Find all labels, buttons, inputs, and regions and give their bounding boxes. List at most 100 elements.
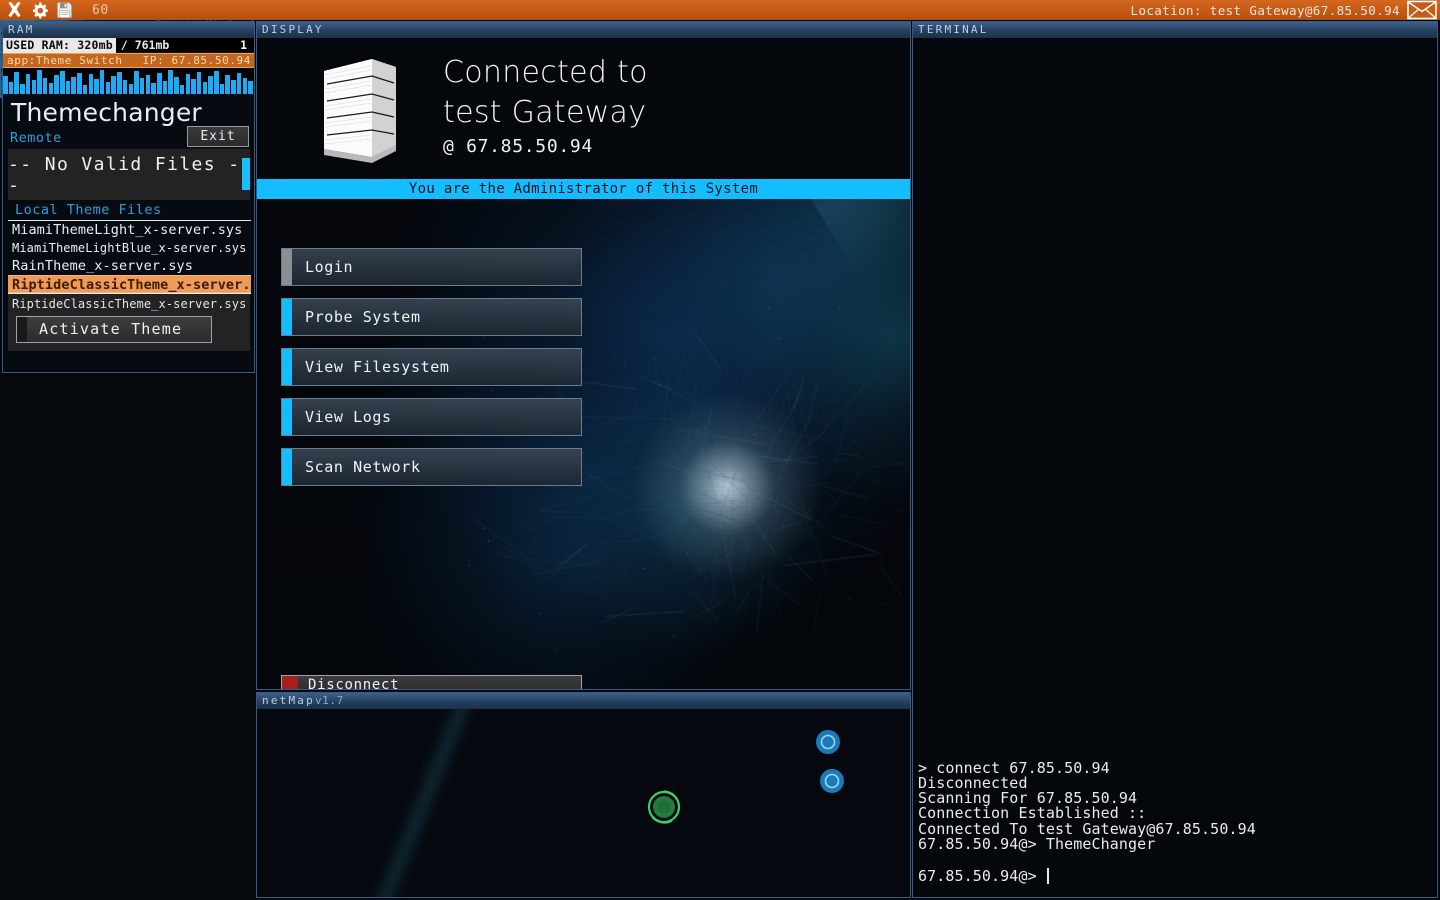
connection-title-line1: Connected to — [443, 53, 648, 93]
disconnect-label: Disconnect — [308, 677, 399, 689]
ram-bar — [43, 78, 48, 94]
remote-scrollbar-thumb[interactable] — [242, 158, 250, 190]
ram-bar — [186, 74, 191, 94]
ram-panel: RAM USED RAM: 320mb / 761mb 1 app:Theme … — [2, 21, 255, 373]
ram-bar — [117, 72, 122, 94]
ram-bar — [214, 71, 219, 94]
ram-bar — [77, 73, 82, 94]
netmap-title-version: v1.7 — [315, 694, 344, 707]
netmap-title-main: netMap — [262, 694, 315, 707]
ram-bar — [49, 83, 54, 94]
connection-ip: @ 67.85.50.94 — [443, 136, 593, 157]
menu-button-label: Login — [305, 258, 353, 276]
terminal-caret — [1047, 868, 1049, 884]
disconnect-button[interactable]: Disconnect — [281, 675, 582, 689]
gear-icon[interactable] — [30, 1, 49, 19]
ram-bar — [163, 81, 168, 94]
ram-bar — [140, 78, 145, 94]
local-section-label: Local Theme Files — [8, 200, 251, 220]
ram-bar — [123, 80, 128, 94]
ram-usage-bars — [3, 68, 254, 94]
netmap-panel: netMapv1.7 — [256, 692, 911, 898]
ram-bar — [134, 71, 139, 94]
exit-button[interactable]: Exit — [187, 126, 249, 147]
display-panel: DISPLAY Connected to test Gateway @ 67.8… — [256, 21, 911, 690]
ram-bar — [225, 75, 230, 94]
theme-detail-box: RiptideClassicTheme_x-server.sys Activat… — [8, 294, 250, 351]
menu-accent-bar — [282, 299, 292, 335]
netmap-panel-title: netMapv1.7 — [257, 693, 910, 709]
selected-theme-name: RiptideClassicTheme_x-server.sys — [8, 296, 250, 316]
ram-bar — [20, 84, 25, 94]
ram-bar — [111, 76, 116, 94]
terminal-body[interactable]: > connect 67.85.50.94 Disconnected Scannin… — [913, 38, 1437, 897]
menu-button-label: View Logs — [305, 408, 392, 426]
netmap-node-remote[interactable] — [813, 727, 843, 761]
terminal-panel: TERMINAL > connect 67.85.50.94 Disconnect… — [912, 21, 1438, 898]
ram-bar — [146, 75, 151, 94]
ram-used-label: USED RAM: 320mb — [3, 38, 116, 53]
local-section-header: Local Theme Files — [8, 200, 251, 221]
server-rack-icon — [320, 57, 400, 163]
ram-bar — [66, 81, 71, 94]
menu-accent-bar — [282, 349, 292, 385]
ram-bar — [180, 85, 185, 94]
menu-button-view-logs[interactable]: View Logs — [281, 398, 582, 436]
connection-header: Connected to test Gateway @ 67.85.50.94 — [257, 38, 910, 179]
location-indicator: Location: test Gateway@67.85.50.94 — [1131, 0, 1440, 20]
menu-button-login[interactable]: Login — [281, 248, 582, 286]
ram-bar — [60, 71, 65, 94]
remote-files-box: -- No Valid Files -- — [8, 148, 250, 200]
ram-bar — [32, 80, 37, 94]
ram-bar — [129, 84, 134, 94]
ram-bar — [9, 82, 14, 94]
envelope-icon[interactable] — [1406, 0, 1438, 20]
connection-title: Connected to test Gateway — [443, 53, 648, 133]
location-label: Location: test Gateway@67.85.50.94 — [1131, 3, 1406, 18]
ram-process-row[interactable]: app:Theme Switch IP: 67.85.50.94 — [3, 53, 254, 68]
ram-panel-title: RAM — [3, 22, 254, 38]
display-panel-body: Connected to test Gateway @ 67.85.50.94 … — [257, 38, 910, 689]
menu-accent-bar — [282, 449, 292, 485]
ram-bar — [100, 70, 105, 94]
ram-bar — [243, 78, 248, 94]
theme-file-item[interactable]: RainTheme_x-server.sys — [8, 257, 251, 275]
themechanger-app: Themechanger Exit Remote -- No Valid Fil… — [3, 94, 254, 372]
ram-bar — [83, 85, 88, 94]
menu-button-scan-network[interactable]: Scan Network — [281, 448, 582, 486]
ram-bar — [37, 70, 42, 94]
theme-file-item[interactable]: MiamiThemeLightBlue_x-server.sys — [8, 239, 251, 257]
terminal-prompt-line[interactable]: 67.85.50.94@> — [918, 867, 1049, 885]
theme-file-list: MiamiThemeLight_x-server.sys MiamiThemeLi… — [8, 221, 251, 293]
themechanger-title: Themechanger — [3, 94, 254, 128]
remote-empty-message: -- No Valid Files -- — [8, 154, 250, 196]
save-icon[interactable] — [55, 1, 74, 19]
menu-button-probe-system[interactable]: Probe System — [281, 298, 582, 336]
netmap-node-active[interactable] — [644, 787, 684, 831]
close-icon[interactable] — [5, 1, 24, 19]
netmap-node-remote[interactable] — [817, 766, 847, 800]
theme-file-item[interactable]: MiamiThemeLight_x-server.sys — [8, 221, 251, 239]
terminal-prompt-label: 67.85.50.94@> — [918, 867, 1037, 885]
ram-bar — [231, 80, 236, 94]
ram-bar — [71, 77, 76, 94]
ram-bar — [89, 74, 94, 94]
menu-accent-bar — [282, 249, 292, 285]
ram-process-count: 1 — [240, 38, 254, 52]
display-panel-title: DISPLAY — [257, 22, 910, 38]
theme-file-item[interactable]: RiptideClassicTheme_x-server.sys — [8, 275, 251, 293]
ram-bar — [94, 79, 99, 94]
menu-button-label: View Filesystem — [305, 358, 449, 376]
ram-bar — [203, 82, 208, 94]
ram-bar — [248, 81, 253, 94]
ram-bar — [26, 74, 31, 94]
terminal-output: > connect 67.85.50.94 Disconnected Scannin… — [918, 761, 1433, 852]
netmap-canvas-area[interactable] — [257, 709, 910, 897]
ram-bar — [168, 70, 173, 94]
menu-button-label: Scan Network — [305, 458, 421, 476]
ram-bar — [237, 73, 242, 94]
connection-title-line2: test Gateway — [443, 93, 648, 133]
activate-theme-button[interactable]: Activate Theme — [16, 316, 212, 343]
menu-button-view-filesystem[interactable]: View Filesystem — [281, 348, 582, 386]
ram-process-ip: IP: 67.85.50.94 — [143, 54, 254, 67]
